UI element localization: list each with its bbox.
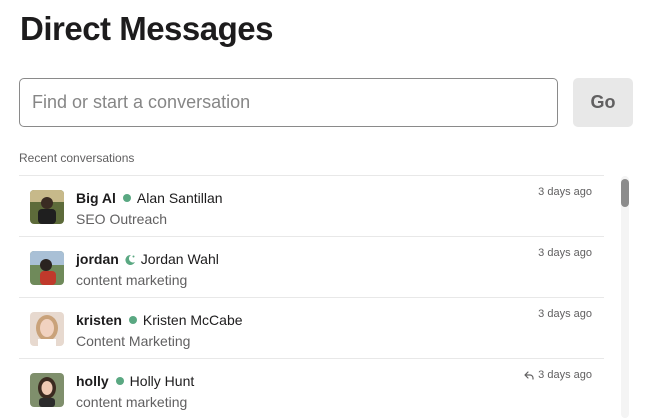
- conversation-list: Big Al Alan Santillan SEO Outreach 3 day…: [19, 175, 604, 418]
- recent-conversations-label: Recent conversations: [19, 151, 135, 165]
- user-handle: jordan: [76, 251, 119, 267]
- reply-arrow-icon: [524, 370, 534, 380]
- conversation-subtitle: content marketing: [76, 272, 188, 288]
- conversation-time: 3 days ago: [524, 369, 592, 381]
- avatar: [30, 312, 64, 346]
- conversation-title-row: Big Al Alan Santillan: [76, 190, 223, 206]
- conversation-item[interactable]: Big Al Alan Santillan SEO Outreach 3 day…: [19, 175, 604, 236]
- user-full-name: Alan Santillan: [136, 190, 223, 206]
- avatar: [30, 190, 64, 224]
- user-handle: kristen: [76, 312, 122, 328]
- avatar: [30, 251, 64, 285]
- time-label: 3 days ago: [538, 369, 592, 381]
- conversation-time: 3 days ago: [538, 186, 592, 198]
- page-title: Direct Messages: [20, 10, 273, 47]
- scrollbar[interactable]: [621, 176, 629, 418]
- user-handle: holly: [76, 373, 109, 389]
- avatar: [30, 373, 64, 407]
- user-full-name: Jordan Wahl: [140, 251, 219, 267]
- conversation-title-row: holly Holly Hunt: [76, 373, 194, 389]
- time-label: 3 days ago: [538, 308, 592, 320]
- conversation-time: 3 days ago: [538, 247, 592, 259]
- scrollbar-thumb[interactable]: [621, 179, 629, 207]
- search-input[interactable]: [19, 78, 558, 127]
- user-full-name: Holly Hunt: [129, 373, 195, 389]
- conversation-subtitle: Content Marketing: [76, 333, 191, 349]
- user-full-name: Kristen McCabe: [142, 312, 243, 328]
- time-label: 3 days ago: [538, 247, 592, 259]
- moon-status-icon: [124, 253, 136, 265]
- presence-dot-icon: [115, 377, 124, 385]
- conversation-item[interactable]: holly Holly Hunt content marketing 3 day…: [19, 358, 604, 418]
- conversation-subtitle: content marketing: [76, 394, 188, 410]
- presence-dot-icon: [128, 316, 137, 324]
- conversation-subtitle: SEO Outreach: [76, 211, 168, 227]
- conversation-time: 3 days ago: [538, 308, 592, 320]
- time-label: 3 days ago: [538, 186, 592, 198]
- conversation-item[interactable]: jordan Jordan Wahl content marketing 3 d…: [19, 236, 604, 297]
- conversation-title-row: jordan Jordan Wahl: [76, 251, 219, 267]
- presence-dot-icon: [122, 194, 131, 202]
- conversation-item[interactable]: kristen Kristen McCabe Content Marketing…: [19, 297, 604, 358]
- go-button[interactable]: Go: [573, 78, 633, 127]
- conversation-title-row: kristen Kristen McCabe: [76, 312, 243, 328]
- user-handle: Big Al: [76, 190, 116, 206]
